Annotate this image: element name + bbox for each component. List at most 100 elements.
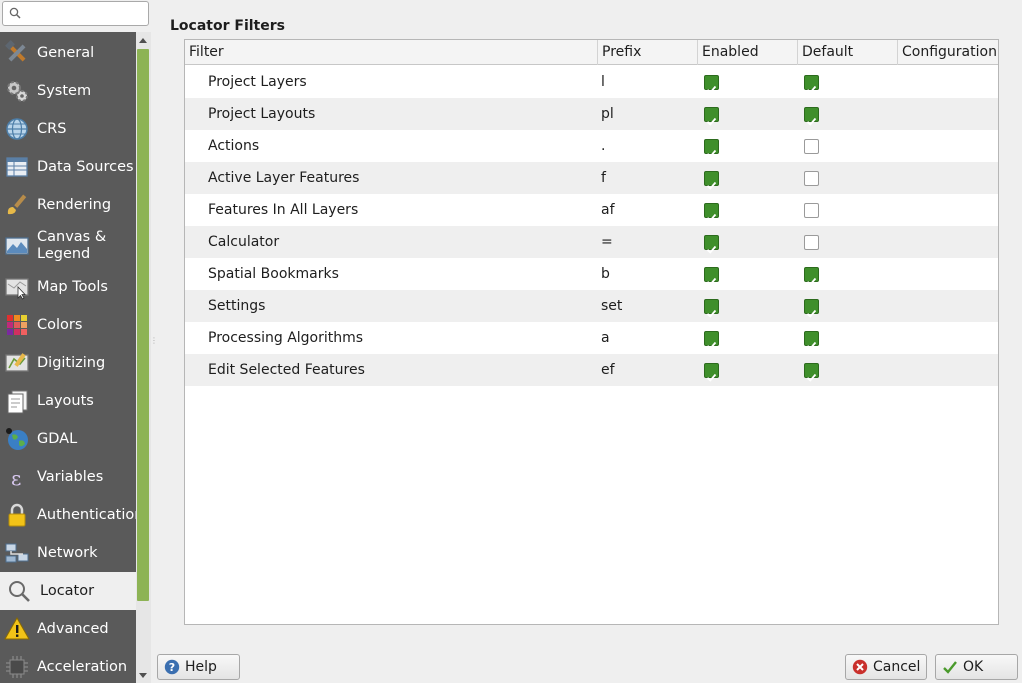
table-row[interactable]: Processing Algorithms a [185,322,998,354]
nav-label: Layouts [37,392,94,409]
table-row[interactable]: Project Layers l [185,66,998,98]
table-row[interactable]: Spatial Bookmarks b [185,258,998,290]
enabled-checkbox[interactable] [704,75,719,94]
nav-item-digitizing[interactable]: Digitizing [0,344,136,382]
enabled-checkbox[interactable] [704,107,719,126]
nav-item-data-sources[interactable]: Data Sources [0,148,136,186]
checkmark-icon [706,245,717,254]
default-checkbox[interactable] [804,363,819,382]
enabled-checkbox[interactable] [704,171,719,190]
table-row[interactable]: Calculator = [185,226,998,258]
default-checkbox[interactable] [804,107,819,126]
prefix-cell[interactable]: l [601,66,605,98]
warning-icon [4,616,30,640]
prefix-cell[interactable]: f [601,162,606,194]
default-checkbox[interactable] [804,267,819,286]
table-row[interactable]: Edit Selected Features ef [185,354,998,386]
column-header-filter[interactable]: Filter [185,40,598,65]
epsilon-icon: ε [11,466,21,490]
magnifier-icon [9,581,30,602]
checkmark-icon [706,117,717,126]
paintbrush-icon [7,194,27,215]
table-row[interactable]: Project Layouts pl [185,98,998,130]
search-input[interactable] [25,4,143,23]
default-checkbox[interactable] [804,171,819,186]
enabled-checkbox[interactable] [704,363,719,382]
nav-label: GDAL [37,430,78,447]
nav-scrollbar[interactable] [136,32,151,683]
enabled-checkbox[interactable] [704,139,719,158]
table-row[interactable]: Actions. [185,130,998,162]
ok-button[interactable]: OK [935,654,1018,680]
nav-item-colors[interactable]: Colors [0,306,136,344]
checkmark-icon [706,213,717,222]
search-field[interactable] [2,1,149,26]
filter-name-cell: Project Layers [208,74,307,90]
nav-item-crs[interactable]: CRS [0,110,136,148]
default-checkbox[interactable] [804,75,819,94]
filter-name-cell: Calculator [208,234,280,250]
default-checkbox[interactable] [804,299,819,318]
prefix-cell[interactable]: pl [601,98,614,130]
prefix-cell[interactable]: af [601,194,615,226]
table-row[interactable]: Active Layer Features f [185,162,998,194]
prefix-cell[interactable]: . [601,130,605,162]
default-checkbox[interactable] [804,203,819,218]
prefix-cell[interactable]: set [601,290,622,322]
checkmark-icon [706,181,717,190]
column-header-configuration[interactable]: Configuration [898,40,998,65]
nav-item-authentication[interactable]: Authentication [0,496,136,534]
column-header-enabled[interactable]: Enabled [698,40,798,65]
column-header-default[interactable]: Default [798,40,898,65]
nav-item-canvas-legend[interactable]: Canvas & Legend [0,224,136,268]
help-button[interactable]: ? Help [157,654,240,680]
default-checkbox[interactable] [804,235,819,250]
nav-item-acceleration[interactable]: Acceleration [0,648,136,683]
nav-label: Colors [37,316,83,333]
nav-item-rendering[interactable]: Rendering [0,186,136,224]
cancel-label: Cancel [873,659,921,675]
table-row[interactable]: Features In All Layers af [185,194,998,226]
scroll-up-arrow-icon[interactable] [139,38,147,43]
nav-label: Acceleration [37,658,128,675]
nav-item-network[interactable]: Network [0,534,136,572]
nav-item-system[interactable]: System [0,72,136,110]
scrollbar-thumb[interactable] [137,49,149,601]
prefix-cell[interactable]: a [601,322,610,354]
table-row[interactable]: Settings set [185,290,998,322]
prefix-cell[interactable]: = [601,226,613,258]
gears-icon [7,81,28,102]
checkmark-icon [806,373,817,382]
prefix-cell[interactable]: ef [601,354,615,386]
splitter-handle[interactable]: ⋮ [150,336,158,346]
nav-label: Network [37,544,98,561]
default-checkbox[interactable] [804,331,819,350]
nav-item-general[interactable]: General [0,34,136,72]
scroll-down-arrow-icon[interactable] [139,673,147,678]
globe-grid-icon [6,118,28,140]
enabled-checkbox[interactable] [704,203,719,222]
enabled-checkbox[interactable] [704,235,719,254]
enabled-checkbox[interactable] [704,299,719,318]
nav-item-locator[interactable]: Locator [0,572,136,610]
enabled-checkbox[interactable] [704,267,719,286]
map-canvas-icon [5,237,29,255]
prefix-cell[interactable]: b [601,258,610,290]
nav-item-map-tools[interactable]: Map Tools [0,268,136,306]
filter-name-cell: Active Layer Features [208,170,360,186]
nav-item-layouts[interactable]: Layouts [0,382,136,420]
checkmark-icon [706,85,717,94]
nav-label: Locator [40,582,95,599]
column-header-prefix[interactable]: Prefix [598,40,698,65]
nav-label: Digitizing [37,354,106,371]
default-checkbox[interactable] [804,139,819,154]
checkmark-icon [806,117,817,126]
enabled-checkbox[interactable] [704,331,719,350]
nav-label: Canvas & Legend [37,229,107,262]
cancel-button[interactable]: Cancel [845,654,927,680]
nav-item-advanced[interactable]: Advanced [0,610,136,648]
checkmark-icon [706,149,717,158]
nav-item-variables[interactable]: ε Variables [0,458,136,496]
nav-item-gdal[interactable]: GDAL [0,420,136,458]
checkmark-icon [806,341,817,350]
